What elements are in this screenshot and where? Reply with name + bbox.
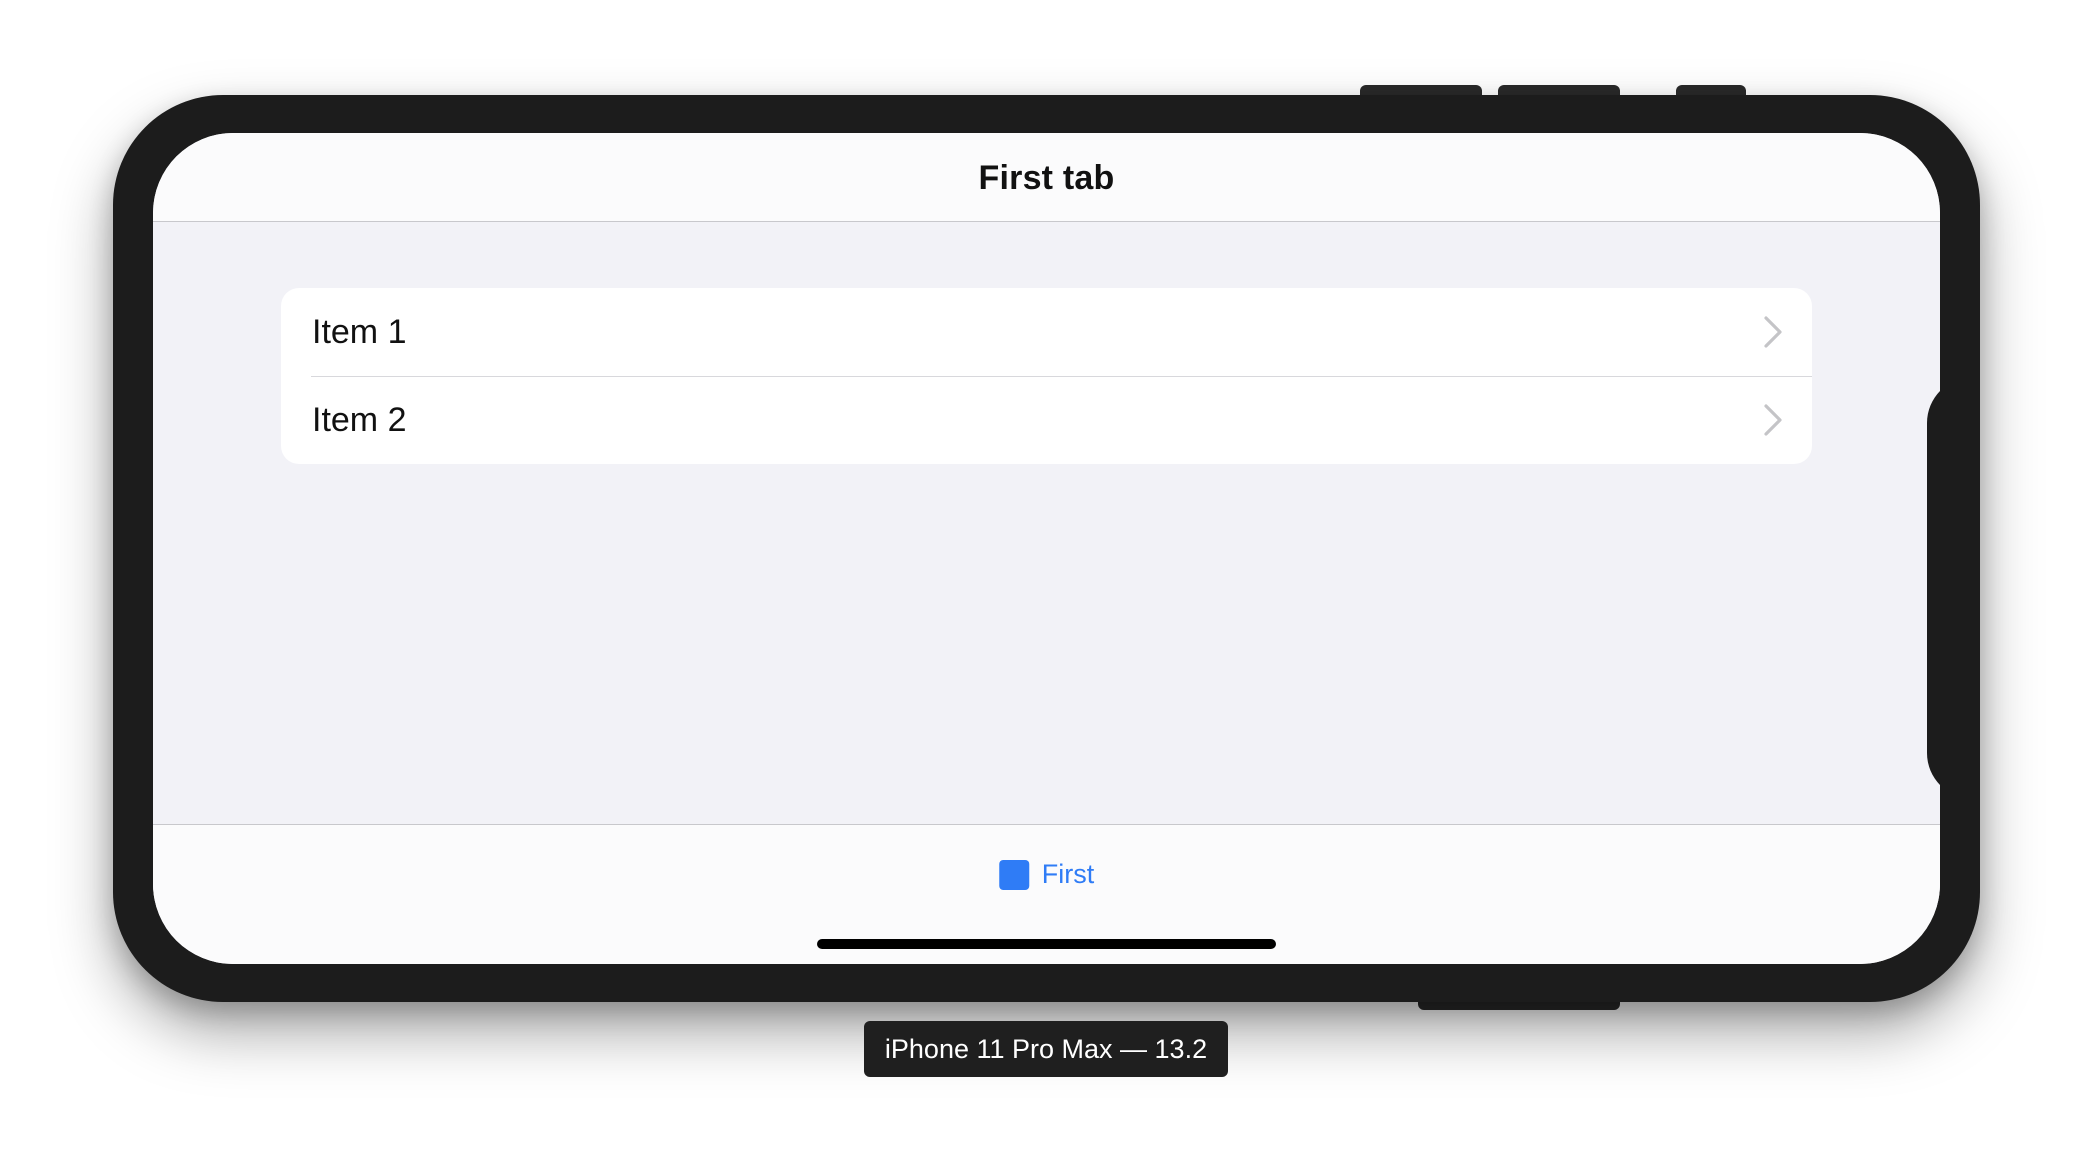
- sensor-notch: [1927, 377, 1940, 799]
- tab-first[interactable]: First: [998, 859, 1095, 890]
- simulator-window: First tab Item 1 Item 2 First iPhone 11 …: [0, 0, 2096, 1168]
- chevron-right-icon: [1764, 316, 1782, 348]
- tab-label: First: [1041, 859, 1095, 889]
- square-icon: [998, 859, 1029, 890]
- device-label: iPhone 11 Pro Max — 13.2: [864, 1021, 1228, 1077]
- list-item-1[interactable]: Item 1: [281, 288, 1812, 376]
- page-title: First tab: [978, 159, 1115, 197]
- navigation-bar: First tab: [153, 133, 1940, 222]
- home-indicator[interactable]: [817, 939, 1276, 949]
- table-view: Item 1 Item 2: [281, 288, 1812, 464]
- list-item-2[interactable]: Item 2: [281, 376, 1812, 464]
- list-item-label: Item 2: [312, 400, 407, 439]
- list-item-label: Item 1: [312, 312, 407, 351]
- iphone-frame: First tab Item 1 Item 2 First: [113, 95, 1980, 1002]
- chevron-right-icon: [1764, 404, 1782, 436]
- tab-bar: First: [153, 824, 1940, 964]
- device-screen: First tab Item 1 Item 2 First: [153, 133, 1940, 964]
